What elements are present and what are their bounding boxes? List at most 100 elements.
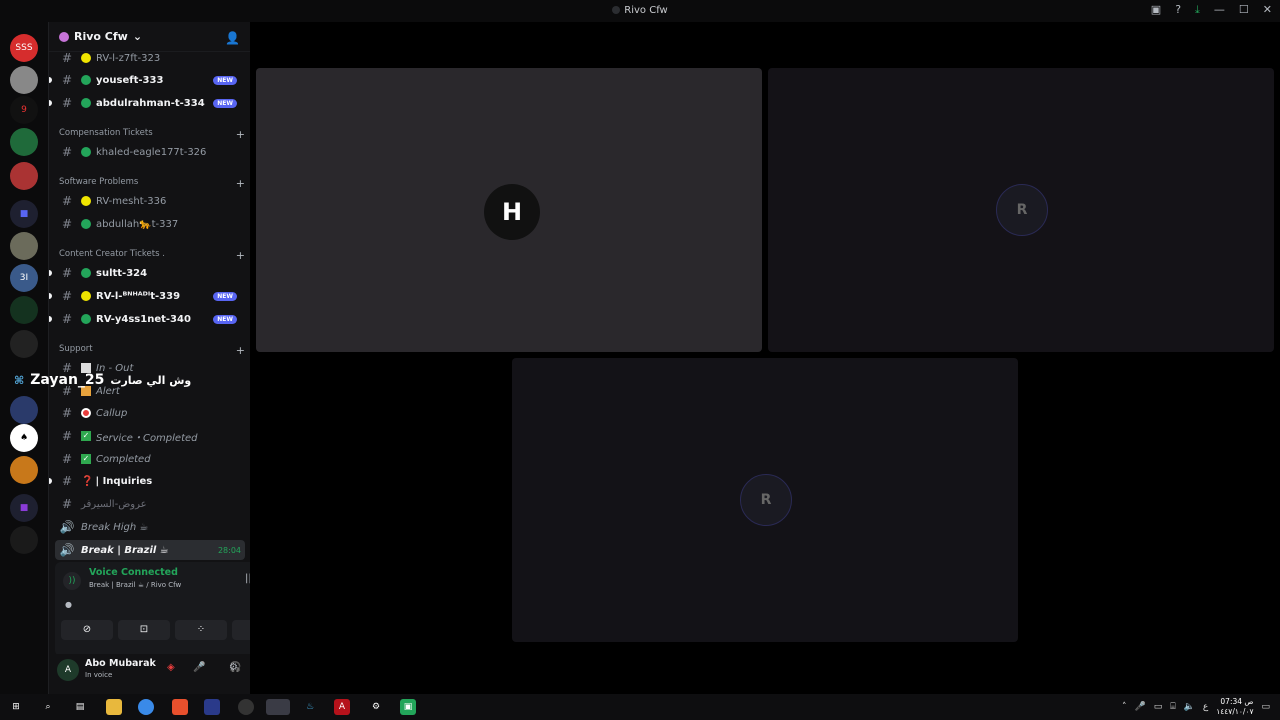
- channel-item[interactable]: # RV-mesht-336: [55, 191, 245, 211]
- new-badge: NEW: [213, 314, 237, 324]
- file-explorer-icon[interactable]: [106, 699, 122, 715]
- server-icon[interactable]: [10, 162, 38, 190]
- server-icon[interactable]: [10, 396, 38, 424]
- volume-icon[interactable]: 🔈: [1184, 702, 1195, 712]
- app-icon[interactable]: A: [334, 699, 350, 715]
- category-creator[interactable]: Content Creator Tickets . +: [59, 249, 245, 262]
- channel-item[interactable]: # ✓ Completed: [55, 449, 245, 469]
- search-icon[interactable]: ⌕: [40, 699, 56, 715]
- voice-channel-item-active[interactable]: 🔊 Break | Brazil ☕ 28:04: [55, 540, 245, 560]
- server-icon[interactable]: 9: [10, 96, 38, 124]
- category-compensation[interactable]: Compensation Tickets +: [59, 128, 245, 141]
- server-folder-icon[interactable]: ■: [10, 494, 38, 522]
- channel-item[interactable]: # sultt-324: [49, 263, 245, 283]
- channel-item[interactable]: # ❓ | Inquiries: [49, 471, 245, 491]
- system-tray: ˄ 🎤 ▭ ⌸ 🔈 ع 07:34 ص ١٤٤٧/١٠/٠٧ ▭: [1122, 697, 1270, 717]
- steelseries-icon[interactable]: ⚙: [368, 699, 384, 715]
- screen-share-button[interactable]: ⊡: [118, 620, 170, 640]
- notification-icon[interactable]: ▭: [1261, 702, 1270, 712]
- maximize-icon[interactable]: ☐: [1239, 3, 1249, 17]
- start-icon[interactable]: ⊞: [8, 699, 24, 715]
- microphone-icon[interactable]: 🎤: [1134, 702, 1145, 712]
- server-icon[interactable]: [10, 526, 38, 554]
- channel-item[interactable]: # youseft-333 NEW: [49, 70, 245, 90]
- close-icon[interactable]: ✕: [1263, 3, 1272, 17]
- steam-icon[interactable]: ♨: [302, 699, 318, 715]
- add-channel-icon[interactable]: +: [236, 177, 245, 190]
- camera-off-button[interactable]: ⊘: [61, 620, 113, 640]
- overlay-username: Zayan_25: [30, 372, 105, 388]
- activities-button[interactable]: ⁘: [175, 620, 227, 640]
- add-channel-icon[interactable]: +: [236, 344, 245, 357]
- channel-item[interactable]: # RV-l-ᴮᴺᴴᴬᴰᴵt-339 NEW: [49, 286, 245, 306]
- app-icon[interactable]: [204, 699, 220, 715]
- chrome-icon[interactable]: [138, 699, 154, 715]
- usb-icon[interactable]: ▭: [1154, 702, 1163, 712]
- app-icon[interactable]: ▣: [400, 699, 416, 715]
- game-icon[interactable]: ◈: [167, 662, 175, 673]
- channel-item[interactable]: # abdulrahman-t-334 NEW: [49, 93, 245, 113]
- channel-item[interactable]: # RV-y4ss1net-340 NEW: [49, 309, 245, 329]
- help-icon[interactable]: ?: [1175, 3, 1181, 17]
- hash-icon: #: [61, 51, 73, 65]
- check-icon: ✓: [81, 454, 91, 464]
- add-channel-icon[interactable]: +: [236, 128, 245, 141]
- minimize-icon[interactable]: —: [1214, 3, 1225, 17]
- channel-item[interactable]: # khaled-eagle177t-326: [55, 142, 245, 162]
- network-icon[interactable]: ⌸: [1170, 702, 1175, 712]
- category-support[interactable]: Support +: [59, 344, 245, 357]
- participant-avatar: R: [740, 474, 792, 526]
- server-icon[interactable]: ♠: [10, 424, 38, 452]
- discord-icon[interactable]: [266, 699, 290, 715]
- server-icon[interactable]: SSS: [10, 34, 38, 62]
- chevron-up-icon[interactable]: ˄: [1122, 702, 1127, 712]
- download-icon[interactable]: ⤓: [1195, 3, 1200, 17]
- add-channel-icon[interactable]: +: [236, 249, 245, 262]
- status-dot: [81, 219, 91, 229]
- participant-tile[interactable]: R: [768, 68, 1274, 352]
- clock[interactable]: 07:34 ص ١٤٤٧/١٠/٠٧: [1216, 697, 1253, 717]
- app-icon[interactable]: [238, 699, 254, 715]
- new-badge: NEW: [213, 291, 237, 301]
- red-circle-icon: [81, 408, 91, 418]
- title-bar: ←→ Rivo Cfw ▣ ? ⤓ — ☐ ✕: [0, 0, 1280, 22]
- channel-item[interactable]: # ✓ Service・Completed: [55, 426, 245, 446]
- channel-item[interactable]: # Callup: [55, 403, 245, 423]
- language-indicator[interactable]: ع: [1203, 702, 1208, 712]
- hash-icon: #: [61, 474, 73, 488]
- channel-name: Callup: [96, 407, 128, 419]
- channel-name: khaled-eagle177t-326: [96, 146, 207, 158]
- hash-icon: #: [61, 452, 73, 466]
- category-software[interactable]: Software Problems +: [59, 177, 245, 190]
- channel-name: Break High ☕: [81, 521, 149, 533]
- participant-tile[interactable]: H: [256, 68, 762, 352]
- hash-icon: #: [61, 312, 73, 326]
- category-label: Support: [59, 344, 93, 354]
- server-folder-icon[interactable]: ■: [10, 200, 38, 228]
- microphone-icon[interactable]: 🎤: [193, 662, 205, 673]
- avatar[interactable]: A: [57, 659, 79, 681]
- server-icon[interactable]: [10, 232, 38, 260]
- server-icon[interactable]: 3I: [10, 264, 38, 292]
- server-icon[interactable]: [10, 330, 38, 358]
- participant-tile[interactable]: R: [512, 358, 1018, 642]
- brave-icon[interactable]: [172, 699, 188, 715]
- user-panel: A Abo Mubarak In voice ◈ 🎤 🎧 ⚙: [49, 654, 251, 694]
- voice-channel-item[interactable]: 🔊 Break High ☕: [55, 517, 245, 537]
- participant-avatar: R: [996, 184, 1048, 236]
- channel-item[interactable]: # RV-l-z7ft-323: [55, 48, 245, 68]
- voice-channel-path[interactable]: Break | Brazil ☕ / Rivo Cfw: [89, 581, 181, 589]
- server-icon[interactable]: [10, 296, 38, 324]
- server-icon[interactable]: [10, 66, 38, 94]
- task-view-icon[interactable]: ▤: [72, 699, 88, 715]
- channel-item[interactable]: # عروض-السيرفر: [55, 494, 245, 514]
- server-icon[interactable]: [10, 128, 38, 156]
- inbox-icon[interactable]: ▣: [1151, 3, 1161, 17]
- voice-status[interactable]: Voice Connected: [89, 567, 178, 578]
- signal-icon: )): [63, 572, 81, 590]
- settings-icon[interactable]: ⚙: [229, 662, 238, 673]
- hash-icon: #: [61, 497, 73, 511]
- channel-item[interactable]: # abdullah🐆t-337: [55, 214, 245, 234]
- server-icon[interactable]: [10, 456, 38, 484]
- invite-icon[interactable]: 👤: [225, 31, 240, 45]
